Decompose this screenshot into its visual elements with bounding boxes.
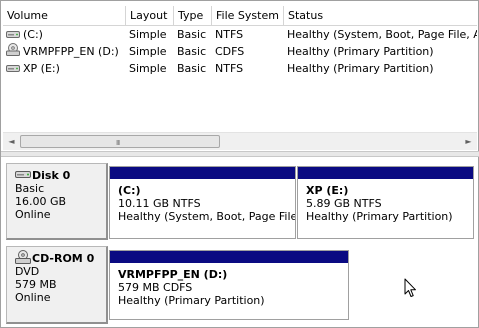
disk-kind: DVD bbox=[15, 265, 40, 278]
cd-drive-icon bbox=[6, 43, 20, 60]
partition-status: Healthy (System, Boot, Page File, bbox=[118, 210, 295, 223]
partition-status: Healthy (Primary Partition) bbox=[118, 294, 265, 307]
volume-type: Basic bbox=[177, 28, 207, 41]
volume-name: XP (E:) bbox=[23, 62, 60, 75]
volume-status: Healthy (Primary Partition) bbox=[287, 62, 434, 75]
volume-type: Basic bbox=[177, 45, 207, 58]
scrollbar-grip-icon: III bbox=[116, 139, 120, 147]
partition-size: 10.11 GB NTFS bbox=[118, 197, 201, 210]
volume-cell: XP (E:) bbox=[3, 60, 126, 77]
partition-size: 579 MB CDFS bbox=[118, 281, 193, 294]
partition-bar bbox=[110, 251, 348, 263]
partition-label: VRMPFPP_EN (D:) bbox=[118, 268, 228, 281]
column-header-file-system[interactable]: File System bbox=[212, 6, 284, 25]
disk-0-title: Disk 0 bbox=[15, 168, 106, 182]
disk-name: CD-ROM 0 bbox=[32, 251, 95, 265]
scroll-right-icon[interactable]: ► bbox=[460, 133, 477, 150]
mouse-pointer-icon bbox=[404, 278, 417, 301]
volume-name: (C:) bbox=[23, 28, 43, 41]
volume-row-d[interactable]: VRMPFPP_EN (D:) Simple Basic CDFS Health… bbox=[3, 43, 477, 60]
partition-bar bbox=[110, 167, 295, 179]
column-header-type[interactable]: Type bbox=[174, 6, 212, 25]
cdrom-0-title: CD-ROM 0 bbox=[15, 249, 106, 267]
volume-status: Healthy (Primary Partition) bbox=[287, 45, 434, 58]
horizontal-scrollbar[interactable]: ◄ III ► bbox=[3, 132, 477, 150]
column-header-status[interactable]: Status bbox=[284, 6, 477, 25]
partition-e[interactable]: XP (E:) 5.89 GB NTFS Healthy (Primary Pa… bbox=[297, 166, 474, 239]
disk-0-card[interactable]: Disk 0 Basic 16.00 GB Online bbox=[6, 163, 108, 240]
cdrom-0-card[interactable]: CD-ROM 0 DVD 579 MB Online bbox=[6, 246, 108, 324]
column-header-layout[interactable]: Layout bbox=[126, 6, 174, 25]
scrollbar-thumb[interactable]: III bbox=[20, 135, 220, 148]
volume-cell: VRMPFPP_EN (D:) bbox=[3, 43, 126, 60]
partition-d[interactable]: VRMPFPP_EN (D:) 579 MB CDFS Healthy (Pri… bbox=[109, 250, 349, 320]
partition-size: 5.89 GB NTFS bbox=[306, 197, 382, 210]
column-header-row: Volume Layout Type File System Status bbox=[3, 6, 477, 26]
volume-layout: Simple bbox=[129, 45, 167, 58]
volume-type: Basic bbox=[177, 62, 207, 75]
volume-row-c[interactable]: (C:) Simple Basic NTFS Healthy (System, … bbox=[3, 26, 477, 43]
disk-kind: Basic bbox=[15, 182, 45, 195]
volume-list: Volume Layout Type File System Status (C… bbox=[3, 3, 477, 146]
pane-splitter[interactable] bbox=[1, 151, 479, 157]
disk-size: 579 MB bbox=[15, 278, 57, 291]
partition-c[interactable]: (C:) 10.11 GB NTFS Healthy (System, Boot… bbox=[109, 166, 296, 239]
disk-name: Disk 0 bbox=[32, 168, 71, 182]
volume-file-system: CDFS bbox=[215, 45, 245, 58]
volume-file-system: NTFS bbox=[215, 62, 244, 75]
cd-drive-icon bbox=[15, 249, 32, 267]
disk-management-window: Volume Layout Type File System Status (C… bbox=[0, 0, 479, 328]
volume-file-system: NTFS bbox=[215, 28, 244, 41]
column-header-volume[interactable]: Volume bbox=[3, 6, 126, 25]
volume-name: VRMPFPP_EN (D:) bbox=[23, 45, 119, 58]
hard-disk-icon bbox=[15, 168, 32, 182]
scroll-left-icon[interactable]: ◄ bbox=[3, 133, 20, 150]
disk-graphical-view: Disk 0 Basic 16.00 GB Online (C:) 10.11 … bbox=[3, 158, 477, 327]
hard-disk-icon bbox=[6, 61, 20, 78]
volume-cell: (C:) bbox=[3, 26, 126, 43]
partition-bar bbox=[298, 167, 473, 179]
disk-state: Online bbox=[15, 291, 51, 304]
volume-row-e[interactable]: XP (E:) Simple Basic NTFS Healthy (Prima… bbox=[3, 60, 477, 77]
volume-layout: Simple bbox=[129, 28, 167, 41]
partition-label: (C:) bbox=[118, 184, 141, 197]
disk-state: Online bbox=[15, 208, 51, 221]
partition-label: XP (E:) bbox=[306, 184, 349, 197]
volume-layout: Simple bbox=[129, 62, 167, 75]
hard-disk-icon bbox=[6, 27, 20, 44]
disk-size: 16.00 GB bbox=[15, 195, 67, 208]
volume-status: Healthy (System, Boot, Page File, Ac bbox=[287, 28, 477, 41]
partition-status: Healthy (Primary Partition) bbox=[306, 210, 453, 223]
